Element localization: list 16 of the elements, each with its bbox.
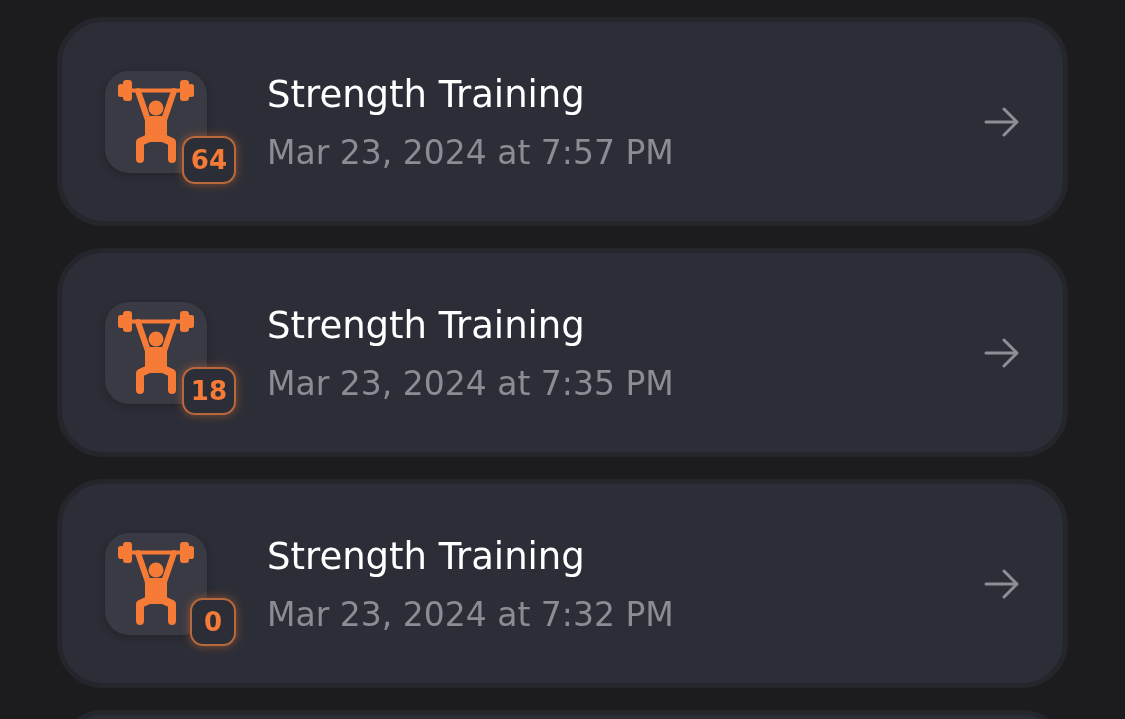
workout-card[interactable]: 0 Strength Training Mar 23, 2024 at 7:32 PM: [57, 479, 1068, 688]
arrow-right-icon: [984, 337, 1020, 368]
rep-count-badge: 0: [190, 597, 236, 646]
workout-card[interactable]: 64 Strength Training Mar 23, 2024 at 7:57 PM: [57, 17, 1068, 226]
weightlifter-icon: [105, 532, 207, 635]
workout-title: Strength Training: [267, 73, 586, 116]
arrow-right-icon: [984, 106, 1020, 137]
workout-title: Strength Training: [267, 304, 586, 347]
workout-card[interactable]: 18 Strength Training Mar 23, 2024 at 7:35 PM: [57, 248, 1068, 457]
workout-title: Strength Training: [267, 535, 586, 578]
arrow-right-icon: [984, 568, 1020, 599]
rep-count-badge: 18: [181, 366, 236, 415]
rep-count-badge: 64: [181, 135, 236, 184]
workout-date: Mar 23, 2024 at 7:35 PM: [267, 364, 675, 403]
workout-date: Mar 23, 2024 at 7:57 PM: [267, 133, 675, 172]
workout-date: Mar 23, 2024 at 7:32 PM: [267, 595, 675, 634]
